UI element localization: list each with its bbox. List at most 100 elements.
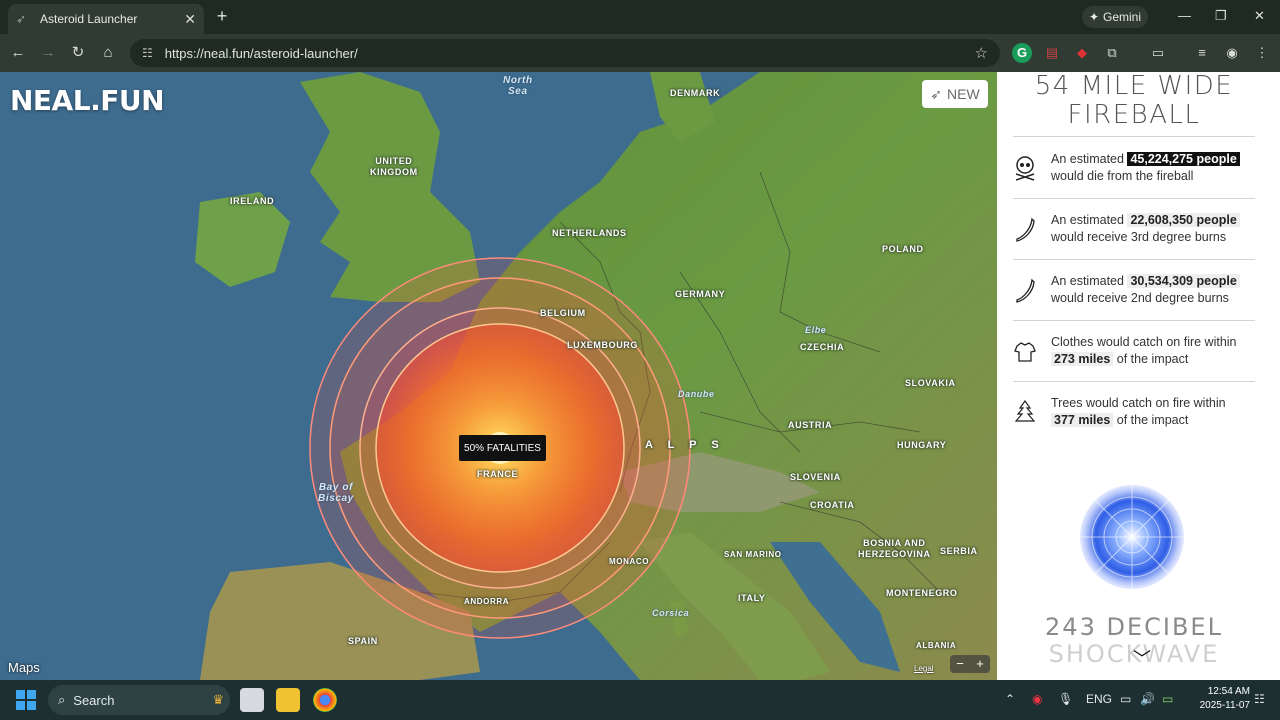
search-icon: ⌕ <box>58 692 66 707</box>
maximize-button[interactable]: ❐ <box>1215 8 1227 24</box>
stat-prefix: Clothes would catch on fire within <box>1051 335 1237 349</box>
fatality-tooltip: 50% FATALITIES <box>459 435 546 461</box>
zoom-out-button[interactable]: − <box>950 655 970 673</box>
stat-suffix: would die from the fireball <box>1051 169 1194 183</box>
label-bay-of-biscay: Bay of Biscay <box>318 482 354 504</box>
microphone-icon[interactable]: 🎙 <box>1058 692 1073 706</box>
windows-start-icon[interactable] <box>16 690 36 710</box>
page-viewport: NEAL.FUN ➶ NEW North Sea DENMARK UNITED KI… <box>0 72 1280 680</box>
label-netherlands: NETHERLANDS <box>552 228 627 238</box>
label-north-sea: North Sea <box>503 75 533 97</box>
zoom-in-button[interactable]: + <box>970 655 990 673</box>
tab-close-icon[interactable]: ✕ <box>184 11 196 28</box>
fireball-heading-line1: 54 MILE WIDE <box>1034 72 1234 101</box>
gemini-label: Gemini <box>1103 10 1142 24</box>
notifications-icon[interactable]: ☷ <box>1254 692 1265 706</box>
tray-app-icon[interactable]: ◉ <box>1032 692 1042 706</box>
new-button-label: NEW <box>947 86 980 102</box>
media-controls-icon[interactable]: ≡ <box>1192 43 1212 63</box>
stat-prefix: Trees would catch on fire within <box>1051 396 1226 410</box>
site-info-icon[interactable]: ☷ <box>142 46 153 60</box>
skull-icon <box>1015 156 1035 181</box>
rocket-icon: ➶ <box>930 85 943 102</box>
gemini-button[interactable]: ✦ Gemini <box>1082 6 1148 28</box>
extension-badge-icon[interactable]: ◆ <box>1072 43 1092 63</box>
rocket-favicon-icon: ➶ <box>16 12 27 26</box>
label-slovakia: SLOVAKIA <box>905 378 956 388</box>
map-terrain <box>0 72 997 680</box>
label-san-marino: SAN MARINO <box>724 550 782 559</box>
label-poland: POLAND <box>882 244 924 254</box>
label-spain: SPAIN <box>348 636 378 646</box>
label-albania: ALBANIA <box>916 641 957 650</box>
stat-value: 45,224,275 people <box>1127 152 1240 166</box>
stat-prefix: An estimated <box>1051 213 1124 227</box>
label-slovenia: SLOVENIA <box>790 472 841 482</box>
tab-asteroid-launcher[interactable]: ➶ Asteroid Launcher ✕ <box>8 4 204 34</box>
language-indicator[interactable]: ENG <box>1086 692 1112 706</box>
new-button[interactable]: ➶ NEW <box>922 80 988 108</box>
reload-icon[interactable]: ↻ <box>68 43 88 63</box>
clock-date: 2025-11-07 <box>1199 700 1250 711</box>
volume-icon[interactable]: 🔊 <box>1140 692 1155 706</box>
label-serbia: SERBIA <box>940 546 978 556</box>
label-elbe: Elbe <box>805 325 827 335</box>
label-denmark: DENMARK <box>670 88 721 98</box>
divider <box>1013 198 1255 199</box>
address-bar[interactable]: ☷ https://neal.fun/asteroid-launcher/ ☆ <box>130 39 1000 67</box>
tab-title: Asteroid Launcher <box>40 12 138 26</box>
minimize-button[interactable]: — <box>1178 8 1191 23</box>
stat-suffix: would receive 3rd degree burns <box>1051 230 1227 244</box>
stat-value: 22,608,350 people <box>1127 213 1240 227</box>
home-icon[interactable]: ⌂ <box>98 43 118 63</box>
back-icon[interactable]: ← <box>8 43 28 63</box>
stat-value: 377 miles <box>1051 413 1114 427</box>
taskbar-clock[interactable]: 12:54 AM 2025-11-07 <box>1188 685 1250 713</box>
bookmark-star-icon[interactable]: ☆ <box>975 44 988 62</box>
battery-icon[interactable]: ▭ <box>1162 692 1173 706</box>
label-alps: A L P S <box>645 439 725 451</box>
extensions-puzzle-icon[interactable]: ⧉ <box>1102 43 1122 63</box>
clock-time: 12:54 AM <box>1207 686 1250 697</box>
burn-icon <box>1016 217 1035 242</box>
label-germany: GERMANY <box>675 289 726 299</box>
stat-prefix: An estimated <box>1051 152 1124 166</box>
taskbar-search[interactable]: ⌕ Search ♛ <box>48 685 230 715</box>
profile-icon[interactable]: ◉ <box>1222 43 1242 63</box>
tray-overflow-icon[interactable]: ⌃ <box>1005 692 1015 706</box>
label-czechia: CZECHIA <box>800 342 845 352</box>
browser-tab-bar: ➶ Asteroid Launcher ✕ + ✦ Gemini — ❐ ✕ <box>0 0 1280 34</box>
stat-prefix: An estimated <box>1051 274 1124 288</box>
fireball-heading: 54 MILE WIDE FIREBALL <box>997 72 1271 130</box>
grammarly-extension-icon[interactable]: G <box>1012 43 1032 63</box>
divider <box>1013 136 1255 137</box>
label-luxembourg: LUXEMBOURG <box>567 340 638 350</box>
impact-map[interactable]: NEAL.FUN ➶ NEW North Sea DENMARK UNITED KI… <box>0 72 997 680</box>
new-tab-button[interactable]: + <box>212 6 232 26</box>
stat-value: 30,534,309 people <box>1127 274 1240 288</box>
divider <box>1013 320 1255 321</box>
url-text: https://neal.fun/asteroid-launcher/ <box>164 45 358 61</box>
neal-fun-logo[interactable]: NEAL.FUN <box>10 84 165 117</box>
network-icon[interactable]: ▭ <box>1120 692 1131 706</box>
stat-suffix: of the impact <box>1116 413 1189 427</box>
close-window-button[interactable]: ✕ <box>1254 8 1265 24</box>
file-explorer-icon[interactable] <box>276 688 300 712</box>
chrome-taskbar-icon[interactable] <box>313 688 337 712</box>
scroll-down-chevron-icon[interactable]: ﹀ <box>1133 645 1151 671</box>
stat-value: 273 miles <box>1051 352 1114 366</box>
search-highlight-icon: ♛ <box>212 692 224 707</box>
taskbar-search-label: Search <box>73 692 115 708</box>
menu-kebab-icon[interactable]: ⋮ <box>1252 43 1272 63</box>
task-view-icon[interactable] <box>240 688 264 712</box>
label-bosnia-herzegovina: BOSNIA AND HERZEGOVINA <box>858 538 931 559</box>
extension-icon[interactable]: ▤ <box>1042 43 1062 63</box>
shirt-icon <box>1014 342 1036 362</box>
forward-icon[interactable]: → <box>38 43 58 63</box>
label-corsica: Corsica <box>652 608 690 618</box>
tab-search-icon[interactable]: ▭ <box>1148 43 1168 63</box>
legal-link[interactable]: Legal <box>914 664 934 673</box>
stat-suffix: would receive 2nd degree burns <box>1051 291 1229 305</box>
windows-taskbar: ⌕ Search ♛ ⌃ ◉ 🎙 ENG ▭ 🔊 ▭ 12:54 AM 2025… <box>0 680 1280 720</box>
stat-third-degree-burns: An estimated 22,608,350 people would rec… <box>1013 209 1258 257</box>
